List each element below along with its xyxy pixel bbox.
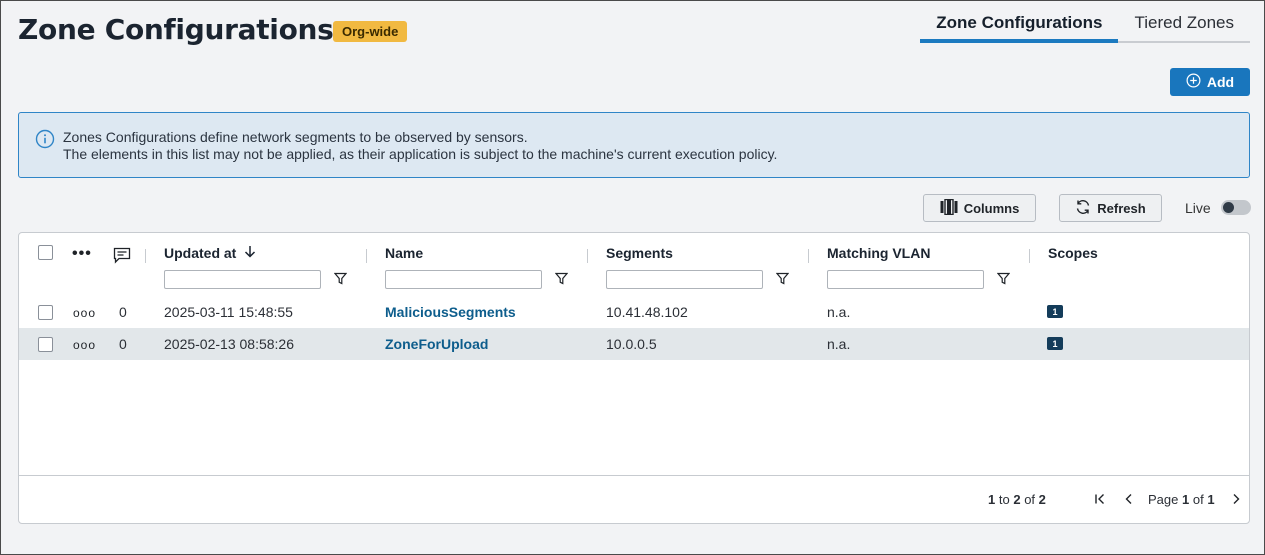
columns-button-label: Columns (963, 200, 1020, 216)
vlan-cell: n.a. (827, 336, 851, 352)
row-checkbox[interactable] (38, 305, 53, 320)
updated-at-cell: 2025-03-11 15:48:55 (164, 304, 293, 320)
column-separator[interactable] (1029, 249, 1030, 263)
columns-button[interactable]: Columns (923, 194, 1036, 222)
info-text-line-1: Zones Configurations define network segm… (63, 129, 528, 145)
segments-cell: 10.41.48.102 (606, 304, 688, 320)
info-icon (35, 129, 55, 154)
scopes-count-badge[interactable]: 1 (1047, 305, 1063, 318)
toggle-knob (1223, 202, 1234, 213)
live-label: Live (1185, 200, 1211, 216)
refresh-button-label: Refresh (1097, 200, 1146, 216)
tab-tiered-zones[interactable]: Tiered Zones (1118, 11, 1250, 43)
page-indicator: Page 1 of 1 (1148, 492, 1215, 507)
more-options-icon[interactable]: ••• (72, 245, 92, 263)
info-text-line-2: The elements in this list may not be app… (63, 146, 778, 162)
zones-table: ••• Updated at Name Segments Matching VL… (18, 232, 1250, 524)
first-page-icon[interactable] (1094, 492, 1106, 510)
table-row[interactable]: ooo 0 2025-03-11 15:48:55 MaliciousSegme… (19, 296, 1249, 328)
column-separator[interactable] (145, 249, 146, 263)
vlan-cell: n.a. (827, 304, 851, 320)
filter-icon[interactable] (775, 272, 790, 290)
filter-icon[interactable] (554, 272, 569, 290)
filter-icon[interactable] (996, 272, 1011, 290)
refresh-icon (1075, 199, 1091, 218)
columns-icon (940, 198, 958, 218)
refresh-button[interactable]: Refresh (1059, 194, 1162, 222)
filter-input-segments[interactable] (606, 270, 763, 289)
row-actions-icon[interactable]: ooo (73, 306, 96, 320)
add-button[interactable]: Add (1170, 68, 1250, 96)
info-banner: Zones Configurations define network segm… (18, 112, 1250, 178)
page-title: Zone Configurations (18, 13, 334, 46)
comment-icon (113, 247, 131, 269)
column-separator[interactable] (808, 249, 809, 263)
column-separator[interactable] (366, 249, 367, 263)
column-header-matching-vlan[interactable]: Matching VLAN (827, 245, 930, 261)
row-checkbox[interactable] (38, 337, 53, 352)
filter-input-updated-at[interactable] (164, 270, 321, 289)
footer-divider (19, 475, 1249, 476)
next-page-icon[interactable] (1230, 492, 1242, 510)
column-separator[interactable] (1249, 249, 1250, 263)
plus-circle-icon (1186, 73, 1201, 91)
column-separator[interactable] (587, 249, 588, 263)
zone-name-link[interactable]: MaliciousSegments (385, 304, 516, 320)
filter-input-name[interactable] (385, 270, 542, 289)
comment-count: 0 (119, 336, 127, 352)
column-title-updated-at: Updated at (164, 245, 237, 261)
column-header-updated-at[interactable]: Updated at (164, 245, 256, 261)
filter-icon[interactable] (333, 272, 348, 290)
filter-input-matching-vlan[interactable] (827, 270, 984, 289)
scopes-count-badge[interactable]: 1 (1047, 337, 1063, 350)
row-count-summary: 1 to 2 of 2 (988, 492, 1046, 507)
live-toggle[interactable] (1221, 200, 1251, 215)
segments-cell: 10.0.0.5 (606, 336, 657, 352)
tab-zone-configurations[interactable]: Zone Configurations (920, 11, 1119, 43)
add-button-label: Add (1206, 74, 1235, 90)
scope-badge-org-wide: Org-wide (333, 21, 408, 42)
table-row[interactable]: ooo 0 2025-02-13 08:58:26 ZoneForUpload … (19, 328, 1249, 360)
sort-desc-icon[interactable] (244, 245, 256, 261)
column-header-segments[interactable]: Segments (606, 245, 673, 261)
column-header-name[interactable]: Name (385, 245, 423, 261)
comment-count: 0 (119, 304, 127, 320)
previous-page-icon[interactable] (1123, 492, 1135, 510)
updated-at-cell: 2025-02-13 08:58:26 (164, 336, 294, 352)
tab-bar: Zone Configurations Tiered Zones (920, 11, 1250, 43)
row-actions-icon[interactable]: ooo (73, 338, 96, 352)
zone-name-link[interactable]: ZoneForUpload (385, 336, 488, 352)
select-all-checkbox[interactable] (38, 245, 53, 260)
column-header-scopes[interactable]: Scopes (1048, 245, 1098, 261)
